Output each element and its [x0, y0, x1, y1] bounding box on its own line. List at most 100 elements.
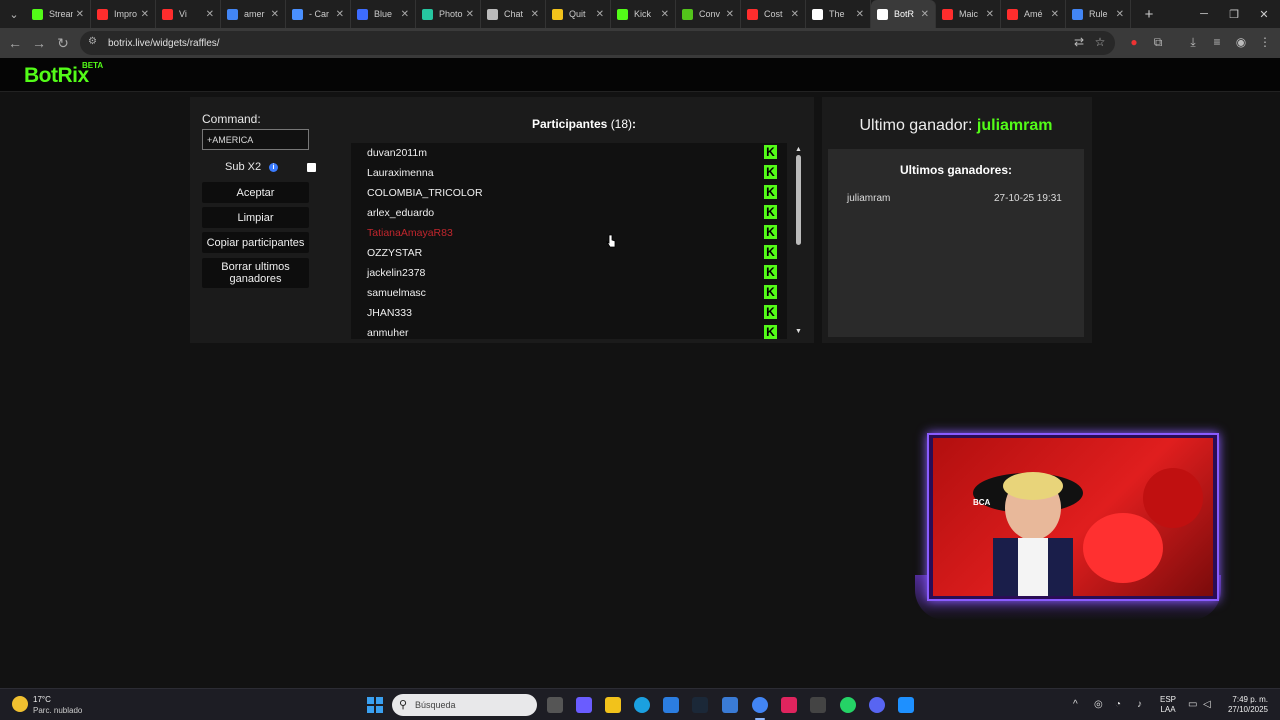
- scroll-thumb[interactable]: [796, 155, 801, 245]
- tab-close-icon[interactable]: ✕: [76, 9, 84, 20]
- windows-start-icon[interactable]: [367, 697, 383, 713]
- tab-close-icon[interactable]: ✕: [336, 9, 344, 20]
- subx2-checkbox[interactable]: [307, 163, 316, 172]
- tray-volume-icon[interactable]: ◁: [1203, 699, 1211, 710]
- participant-row[interactable]: anmuher K: [351, 323, 787, 339]
- store-icon[interactable]: [663, 697, 679, 713]
- browser-tab[interactable]: Stream✕: [26, 0, 91, 28]
- accept-button[interactable]: Aceptar: [202, 182, 309, 203]
- weather-widget[interactable]: 17°C Parc. nublado: [12, 694, 102, 718]
- tab-close-icon[interactable]: ✕: [206, 9, 214, 20]
- task-view-icon[interactable]: [547, 697, 563, 713]
- browser-tab[interactable]: Conv ✕: [676, 0, 741, 28]
- participant-row[interactable]: Lauraximenna K: [351, 163, 787, 183]
- participants-scrollbar[interactable]: ▲ ▼: [792, 143, 806, 339]
- tab-close-icon[interactable]: ✕: [596, 9, 604, 20]
- chrome-icon[interactable]: [752, 697, 768, 713]
- participant-row[interactable]: duvan2011m K: [351, 143, 787, 163]
- tab-close-icon[interactable]: ✕: [986, 9, 994, 20]
- copy-participants-button[interactable]: Copiar participantes: [202, 232, 309, 253]
- tab-search-icon[interactable]: ⌄: [2, 0, 26, 28]
- profile-icon[interactable]: ◉: [1233, 34, 1249, 50]
- browser-tab[interactable]: Impro ✕: [91, 0, 156, 28]
- browser-tab[interactable]: Cost ✕: [741, 0, 806, 28]
- taskbar-clock[interactable]: 7:49 p. m. 27/10/2025: [1222, 695, 1268, 715]
- participant-row[interactable]: arlex_eduardo K: [351, 203, 787, 223]
- tray-mic-icon[interactable]: ♪: [1137, 699, 1142, 710]
- tab-close-icon[interactable]: ✕: [791, 9, 799, 20]
- participant-row[interactable]: COLOMBIA_TRICOLOR K: [351, 183, 787, 203]
- participant-row[interactable]: samuelmasc K: [351, 283, 787, 303]
- media-control-icon[interactable]: ≡: [1209, 34, 1225, 50]
- tab-close-icon[interactable]: ✕: [661, 9, 669, 20]
- browser-tab[interactable]: Rule ✕: [1066, 0, 1131, 28]
- steam-icon[interactable]: [692, 697, 708, 713]
- tiktok-icon[interactable]: [781, 697, 797, 713]
- discord-icon[interactable]: [869, 697, 885, 713]
- botrix-logo[interactable]: BotRix: [24, 64, 89, 88]
- tab-close-icon[interactable]: ✕: [856, 9, 864, 20]
- extensions-icon[interactable]: ⧉: [1150, 34, 1166, 50]
- tray-chevron-icon[interactable]: ^: [1073, 699, 1078, 710]
- translate-icon[interactable]: ⇄: [1071, 34, 1087, 50]
- participant-row[interactable]: jackelin2378 K: [351, 263, 787, 283]
- scroll-down-icon[interactable]: ▼: [795, 328, 802, 335]
- reload-icon[interactable]: ↻: [51, 31, 75, 55]
- forward-icon[interactable]: →: [27, 31, 51, 55]
- edge-icon[interactable]: [634, 697, 650, 713]
- taskbar-search[interactable]: ⚲ Búsqueda: [392, 694, 537, 716]
- restore-icon[interactable]: ❐: [1218, 0, 1250, 28]
- info-icon[interactable]: i: [269, 163, 278, 172]
- file-explorer-icon[interactable]: [605, 697, 621, 713]
- back-icon[interactable]: ←: [3, 31, 27, 55]
- browser-tab[interactable]: Maic ✕: [936, 0, 1001, 28]
- tab-close-icon[interactable]: ✕: [271, 9, 279, 20]
- new-tab-button[interactable]: +: [1137, 6, 1161, 23]
- browser-tab[interactable]: BotR ✕: [871, 0, 936, 28]
- browser-tab[interactable]: Blue ✕: [351, 0, 416, 28]
- tab-close-icon[interactable]: ✕: [531, 9, 539, 20]
- clear-button[interactable]: Limpiar: [202, 207, 309, 228]
- tab-close-icon[interactable]: ✕: [1051, 9, 1059, 20]
- tray-network-icon[interactable]: ▭: [1188, 699, 1197, 710]
- language-indicator[interactable]: ESP LAA: [1160, 695, 1176, 715]
- participant-row[interactable]: OZZYSTAR K: [351, 243, 787, 263]
- bookmark-star-icon[interactable]: ☆: [1092, 34, 1108, 50]
- site-info-icon[interactable]: ⚙: [88, 36, 102, 50]
- tab-close-icon[interactable]: ✕: [921, 9, 929, 20]
- minimize-icon[interactable]: ─: [1188, 0, 1220, 28]
- tab-close-icon[interactable]: ✕: [141, 9, 149, 20]
- browser-tab[interactable]: Kick ✕: [611, 0, 676, 28]
- close-window-icon[interactable]: ✕: [1248, 0, 1280, 28]
- browser-tab[interactable]: Chat ✕: [481, 0, 546, 28]
- url-text[interactable]: botrix.live/widgets/raffles/: [108, 38, 220, 49]
- browser-tab[interactable]: amer ✕: [221, 0, 286, 28]
- delete-winners-button[interactable]: Borrar ultimos ganadores: [202, 258, 309, 288]
- whatsapp-icon[interactable]: [840, 697, 856, 713]
- command-input[interactable]: [202, 129, 309, 150]
- tray-app-icon[interactable]: ◎: [1094, 699, 1103, 710]
- app-blue-icon[interactable]: [898, 697, 914, 713]
- menu-icon[interactable]: ⋮: [1257, 34, 1273, 50]
- copilot-icon[interactable]: [576, 697, 592, 713]
- scroll-up-icon[interactable]: ▲: [795, 146, 802, 153]
- browser-tab[interactable]: Vi ✕: [156, 0, 221, 28]
- tab-close-icon[interactable]: ✕: [466, 9, 474, 20]
- participants-list[interactable]: duvan2011m K Lauraximenna K COLOMBIA_TRICOLO…: [351, 143, 787, 339]
- browser-tab[interactable]: - Car ✕: [286, 0, 351, 28]
- browser-tab[interactable]: Amé ✕: [1001, 0, 1066, 28]
- mail-icon[interactable]: [722, 697, 738, 713]
- tab-close-icon[interactable]: ✕: [1116, 9, 1124, 20]
- download-icon[interactable]: ⤓: [1185, 34, 1201, 50]
- browser-tab[interactable]: Quit ✕: [546, 0, 611, 28]
- tray-wifi-icon[interactable]: ◔: [1115, 699, 1121, 710]
- participant-row[interactable]: JHAN333 K: [351, 303, 787, 323]
- adblock-icon[interactable]: ●: [1126, 34, 1142, 50]
- app-icon[interactable]: [810, 697, 826, 713]
- tab-close-icon[interactable]: ✕: [726, 9, 734, 20]
- browser-tab[interactable]: Photo ✕: [416, 0, 481, 28]
- omnibox[interactable]: ⚙ botrix.live/widgets/raffles/: [80, 31, 1115, 55]
- tab-close-icon[interactable]: ✕: [401, 9, 409, 20]
- browser-tab[interactable]: The ✕: [806, 0, 871, 28]
- participant-row[interactable]: TatianaAmayaR83 K: [351, 223, 787, 243]
